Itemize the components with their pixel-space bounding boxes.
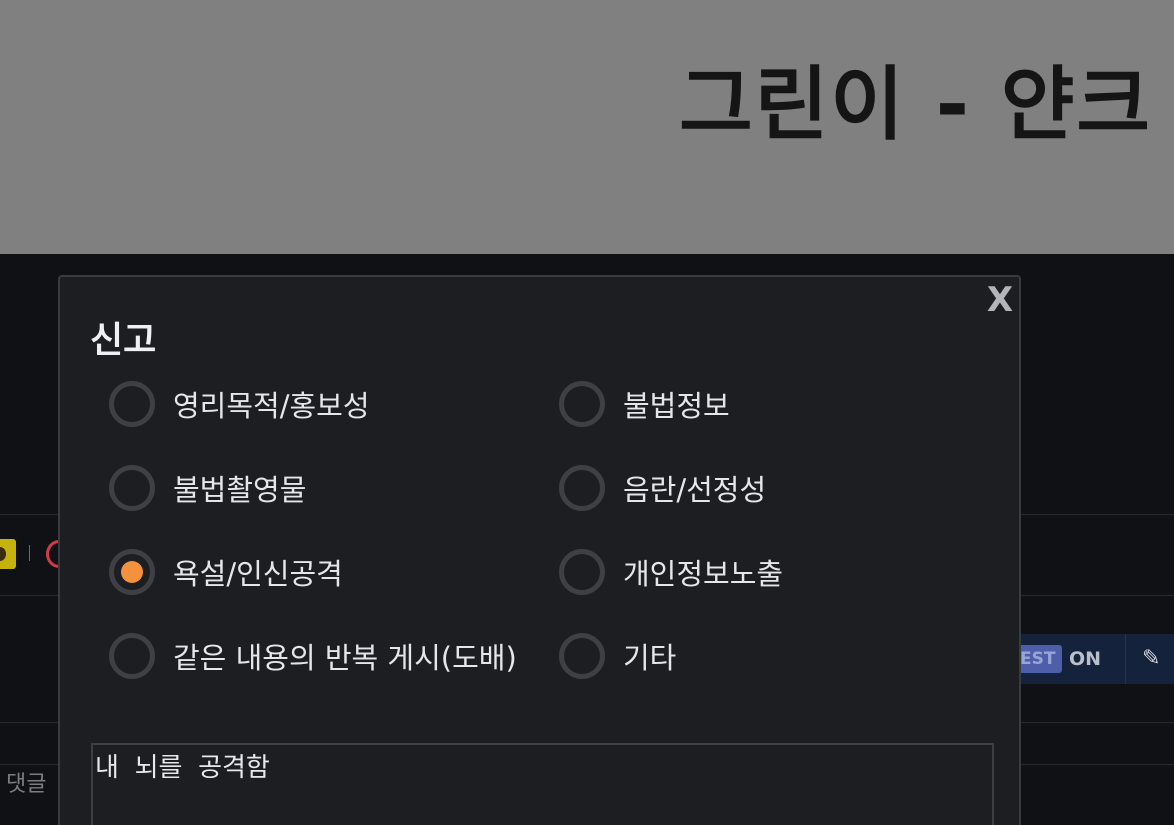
option-label: 불법촬영물 <box>173 473 307 507</box>
report-reason-input[interactable]: 내 뇌를 공격함 <box>91 743 994 825</box>
modal-title: 신고 <box>90 320 157 361</box>
option-label: 기타 <box>623 641 677 675</box>
report-option-obscene[interactable]: 음란/선정성 <box>559 463 766 513</box>
on-toggle[interactable]: ON <box>1069 645 1101 673</box>
toolbar-separator <box>1125 634 1126 684</box>
report-option-commercial[interactable]: 영리목적/홍보성 <box>109 379 370 429</box>
report-option-abuse[interactable]: 욕설/인신공격 <box>109 547 343 597</box>
radio-button-checked[interactable] <box>109 549 155 595</box>
radio-button[interactable] <box>109 381 155 427</box>
radio-button[interactable] <box>559 549 605 595</box>
radio-button[interactable] <box>559 465 605 511</box>
pencil-icon[interactable]: ✎ <box>1142 645 1166 673</box>
best-badge[interactable]: EST <box>1018 645 1062 673</box>
comment-placeholder[interactable]: 댓글 <box>6 766 46 798</box>
option-label: 불법정보 <box>623 389 730 423</box>
option-label: 같은 내용의 반복 게시(도배) <box>173 641 517 675</box>
report-option-personal-info[interactable]: 개인정보노출 <box>559 547 783 597</box>
report-option-spam[interactable]: 같은 내용의 반복 게시(도배) <box>109 631 517 681</box>
radio-button[interactable] <box>559 381 605 427</box>
toolbar-separator <box>29 545 30 561</box>
radio-button[interactable] <box>109 633 155 679</box>
banner-title: 그린이 - 얀크 <box>679 58 1152 151</box>
close-button[interactable]: X <box>985 281 1015 319</box>
top-banner: 그린이 - 얀크 <box>0 0 1174 254</box>
report-option-illegal-info[interactable]: 불법정보 <box>559 379 730 429</box>
radio-button[interactable] <box>109 465 155 511</box>
radio-button[interactable] <box>559 633 605 679</box>
option-label: 욕설/인신공격 <box>173 557 343 591</box>
option-label: 개인정보노출 <box>623 557 784 591</box>
report-option-other[interactable]: 기타 <box>559 631 676 681</box>
recommend-icon[interactable] <box>0 539 16 569</box>
option-label: 영리목적/홍보성 <box>173 389 370 423</box>
option-label: 음란/선정성 <box>623 473 767 507</box>
report-modal: X 신고 영리목적/홍보성 불법정보 불법촬영물 음란/선정성 욕설/인신공격 … <box>58 275 1021 825</box>
report-option-illegal-filming[interactable]: 불법촬영물 <box>109 463 306 513</box>
